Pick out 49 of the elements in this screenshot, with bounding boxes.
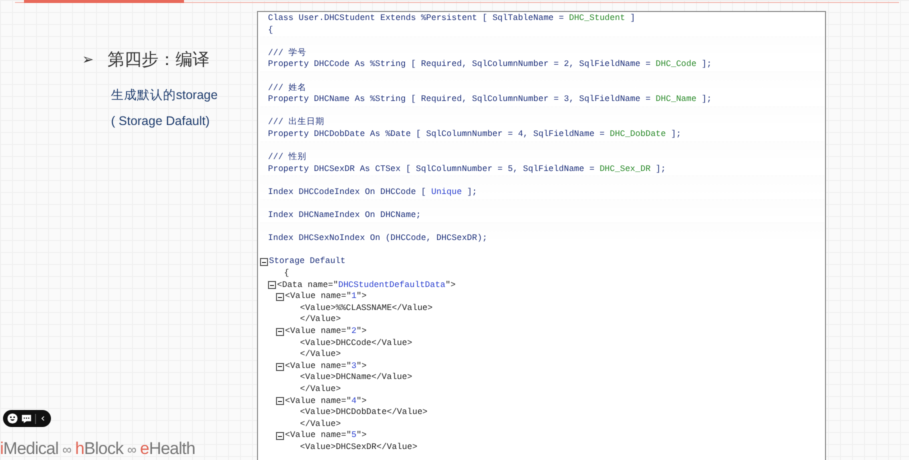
logo-separator: ∞ bbox=[62, 441, 72, 458]
code-line: <Value>DHCSexDR</Value> bbox=[300, 442, 418, 454]
slide-note: 生成默认的storage bbox=[110, 87, 219, 104]
code-line: Property DHCSexDR As CTSex [ SqlColumnNumber = 5, SqlFieldName = DHC_Sex_DR ]; bbox=[268, 164, 666, 176]
code-line: Class User.DHCStudent Extends %Persistent [ SqlTableName = DHC_Student ] bbox=[268, 13, 636, 25]
code-line: <Value name="5"> bbox=[285, 430, 367, 442]
code-line: /// 出生日期 bbox=[268, 117, 324, 129]
code-line: <Value>%%CLASSNAME</Value> bbox=[300, 302, 433, 314]
collapse-toggle[interactable] bbox=[276, 432, 284, 440]
code-line: <Value name="3"> bbox=[285, 360, 367, 372]
slide-note: ( Storage Dafault) bbox=[110, 114, 211, 128]
collapse-toggle[interactable] bbox=[268, 281, 276, 290]
collapse-toggle[interactable] bbox=[276, 397, 284, 406]
chevron-left-icon[interactable] bbox=[39, 414, 47, 423]
code-line: Property DHCDobDate As %Date [ SqlColumnNumber = 4, SqlFieldName = DHC_DobDate ]; bbox=[268, 128, 682, 141]
code-line: <Value>DHCName</Value> bbox=[300, 372, 412, 384]
code-line: Index DHCCodeIndex On DHCCode [ Unique ]; bbox=[268, 186, 478, 198]
code-line: /// 姓名 bbox=[268, 82, 306, 94]
code-line: Storage Default bbox=[269, 256, 346, 268]
logo-word: iMedical bbox=[0, 440, 58, 457]
code-line: Property DHCName As %String [ Required, SqlColumnNumber = 3, SqlFieldName = DHC_Name ]; bbox=[268, 94, 712, 106]
code-line: </Value> bbox=[300, 314, 341, 326]
collapse-toggle[interactable] bbox=[260, 258, 268, 266]
code-line: { bbox=[284, 268, 290, 280]
code-line: <Value name="2"> bbox=[285, 326, 367, 338]
code-line: <Value name="1"> bbox=[285, 291, 367, 303]
collapse-toggle[interactable] bbox=[276, 328, 284, 336]
chat-icon[interactable] bbox=[21, 413, 32, 424]
code-line: <Value>DHCCode</Value> bbox=[300, 338, 412, 350]
code-line: </Value> bbox=[300, 384, 341, 396]
slide-heading: 第四步：编译 bbox=[108, 49, 210, 71]
code-line: </Value> bbox=[300, 418, 341, 430]
bullet-arrow: ➢ bbox=[82, 51, 94, 68]
code-line: Index DHCSexNoIndex On (DHCCode, DHCSexDR); bbox=[268, 233, 488, 245]
smiley-icon[interactable] bbox=[7, 413, 18, 424]
logo-word: hBlock bbox=[75, 440, 124, 457]
code-line: <Data name="DHCStudentDefaultData"> bbox=[277, 280, 456, 292]
code-line: <Value>DHCDobDate</Value> bbox=[300, 407, 428, 419]
code-line: <Value name="4"> bbox=[285, 396, 367, 408]
logo-separator: ∞ bbox=[127, 441, 136, 458]
code-line: /// 学号 bbox=[268, 48, 306, 60]
collapse-toggle[interactable] bbox=[276, 362, 284, 371]
collapse-toggle[interactable] bbox=[276, 293, 284, 302]
code-line: Property DHCCode As %String [ Required, SqlColumnNumber = 2, SqlFieldName = DHC_Code ]; bbox=[268, 59, 712, 71]
code-line: /// 性别 bbox=[268, 152, 306, 164]
code-line: Index DHCNameIndex On DHCName; bbox=[268, 210, 422, 222]
code-line: </Value> bbox=[300, 349, 341, 361]
code-line: { bbox=[268, 24, 274, 36]
logo-word: eHealth bbox=[140, 440, 196, 457]
